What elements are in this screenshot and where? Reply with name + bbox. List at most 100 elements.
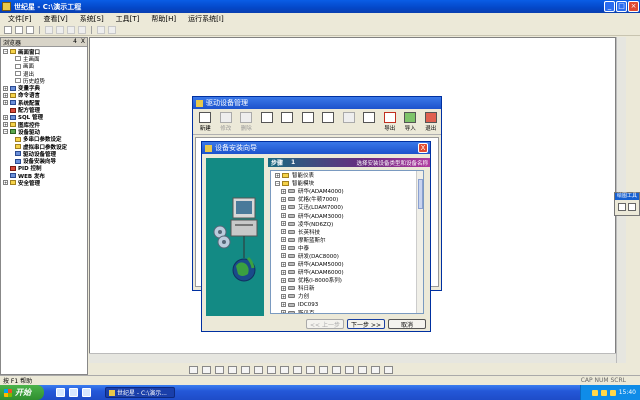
back-button[interactable]: << 上一步 [306,319,344,329]
device-type-item[interactable]: + IDC093 [271,301,423,309]
device-toolbar-button[interactable] [320,112,337,124]
device-toolbar-button[interactable]: 导入 [402,112,419,132]
expand-icon[interactable]: + [281,204,286,210]
device-toolbar-button[interactable] [361,112,378,124]
media-player-icon[interactable] [82,388,91,397]
device-toolbar-button[interactable]: 修改 [218,112,235,132]
minimize-button[interactable]: _ [604,1,615,12]
align-bottom-icon[interactable] [254,365,263,374]
panel-close-icon[interactable]: X [81,38,85,45]
expand-icon[interactable]: + [281,285,286,291]
menu-help[interactable]: 帮助[H] [151,14,176,24]
menu-file[interactable]: 文件[F] [8,14,32,24]
same-size-icon[interactable] [293,365,302,374]
device-type-item[interactable]: + 斯贝克 [271,309,423,313]
paste-icon[interactable] [67,26,75,34]
align-top-icon[interactable] [228,365,237,374]
expand-icon[interactable]: + [3,85,8,91]
expand-icon[interactable]: + [281,293,286,299]
expand-icon[interactable]: + [281,196,286,202]
taskbar-app-button[interactable]: 世纪星 - C:\演示... [105,387,175,398]
collapse-icon[interactable]: − [3,129,8,135]
save-icon[interactable] [26,26,34,34]
device-type-item[interactable]: + 优格(I-8000系列) [271,276,423,284]
device-type-item[interactable]: + 智能仪表 [271,171,423,179]
cancel-button[interactable]: 取消 [388,319,426,329]
tree-item[interactable]: + 系统配置 [3,99,87,107]
tree-item[interactable]: + 变量字典 [3,84,87,92]
expand-icon[interactable]: + [3,100,8,106]
device-toolbar-button[interactable]: 删除 [238,112,255,132]
undo-icon[interactable] [97,26,105,34]
ungroup-icon[interactable] [345,365,354,374]
expand-icon[interactable]: + [281,253,286,259]
menu-run-system[interactable]: 运行系统[I] [188,14,224,24]
expand-icon[interactable]: + [281,229,286,235]
expand-icon[interactable]: + [281,221,286,227]
network-icon[interactable] [609,389,616,396]
device-toolbar-button[interactable] [259,112,276,124]
device-toolbar-button[interactable]: 导出 [382,112,399,132]
device-toolbar-button[interactable] [279,112,296,124]
tree-item[interactable]: 主画面 [3,55,87,63]
device-toolbar-button[interactable]: 退出 [423,112,440,132]
next-button[interactable]: 下一步 >> [347,319,385,329]
collapse-icon[interactable]: − [3,49,8,55]
device-type-item[interactable]: + 研华(ADAM5000) [271,260,423,268]
draw-tool-palette[interactable]: 绘图工具 [614,192,640,216]
tree-item[interactable]: PID 控制 [3,165,87,172]
device-type-item[interactable]: + 艾迅(LDAM7000) [271,203,423,211]
device-type-item[interactable]: + 优格(牛顿7000) [271,195,423,203]
device-type-item[interactable]: + 研华(ADAM3000) [271,211,423,220]
device-type-item[interactable]: + 中泰 [271,244,423,252]
new-icon[interactable] [4,26,12,34]
menu-system[interactable]: 系统[S] [80,14,104,24]
ie-icon[interactable] [56,388,65,397]
device-type-item[interactable]: − 智能模块 [271,179,423,187]
redo-icon[interactable] [108,26,116,34]
device-toolbar-button[interactable]: 新建 [197,112,214,132]
expand-icon[interactable]: + [3,180,8,186]
start-button[interactable]: 开始 [0,385,44,400]
h-spacing-icon[interactable] [306,365,315,374]
expand-icon[interactable]: + [275,172,280,178]
device-type-item[interactable]: + 力创 [271,292,423,300]
open-icon[interactable] [15,26,23,34]
device-type-item[interactable]: + 摩斯蓝斯尔 [271,236,423,244]
menu-tools[interactable]: 工具[T] [116,14,140,24]
align-right-icon[interactable] [215,365,224,374]
device-toolbar-button[interactable] [341,112,358,124]
volume-icon[interactable] [600,389,607,396]
device-type-item[interactable]: + 科日新 [271,284,423,292]
line-tool-icon[interactable] [628,203,636,211]
tree-item[interactable]: + 命令语言 [3,92,87,99]
expand-icon[interactable]: + [281,261,286,267]
close-button[interactable]: × [628,1,639,12]
expand-icon[interactable]: + [281,188,286,194]
tray-icon[interactable] [591,389,598,396]
collapse-icon[interactable]: − [275,180,280,186]
expand-icon[interactable]: + [3,114,8,120]
tree-item[interactable]: + SQL 管理 [3,114,87,121]
same-height-icon[interactable] [280,365,289,374]
tree-item[interactable]: − 画面窗口 [3,48,87,56]
expand-icon[interactable]: + [281,245,286,251]
grid-icon[interactable] [384,365,393,374]
device-type-item[interactable]: + 长英科技 [271,228,423,236]
align-middle-icon[interactable] [241,365,250,374]
device-type-item[interactable]: + 研华(ADAM4000) [271,187,423,195]
scrollbar-thumb[interactable] [418,179,423,209]
wizard-close-button[interactable]: X [418,143,428,153]
delete-icon[interactable] [78,26,86,34]
tree-item[interactable]: WEB 发布 [3,172,87,180]
horizontal-scrollbar[interactable] [89,353,616,363]
pin-icon[interactable]: 4 [73,38,77,45]
device-type-item[interactable]: + 研华(ADAM6000) [271,268,423,276]
copy-icon[interactable] [56,26,64,34]
tree-item[interactable]: 画面 [3,63,87,70]
expand-icon[interactable]: + [281,310,286,313]
device-type-item[interactable]: + 凌华(ND6ZQ) [271,220,423,228]
send-back-icon[interactable] [371,365,380,374]
tree-item[interactable]: + 安全管理 [3,179,87,187]
cut-icon[interactable] [45,26,53,34]
